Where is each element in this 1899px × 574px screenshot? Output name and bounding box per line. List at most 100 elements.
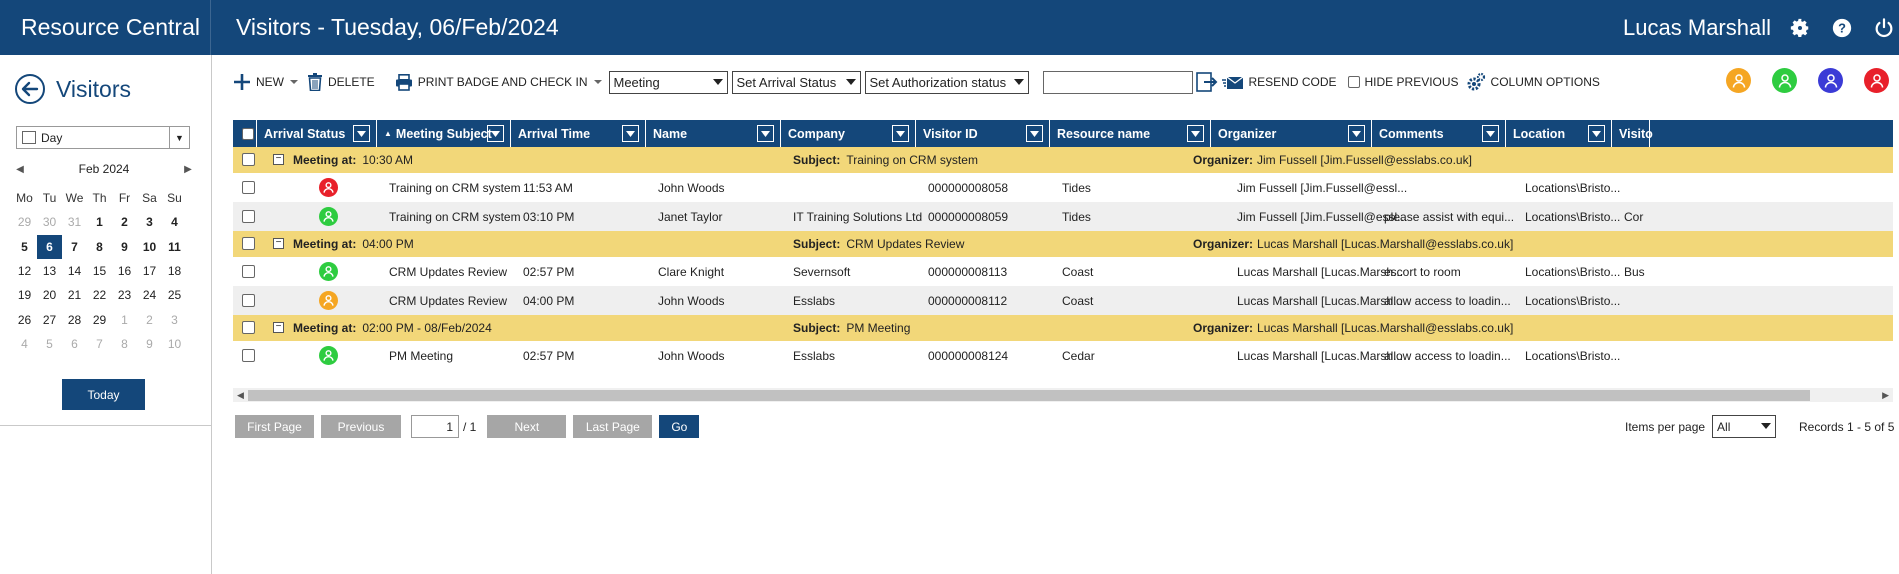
back-arrow-icon[interactable] <box>14 73 46 105</box>
visitor-status-blue-icon[interactable] <box>1818 68 1843 93</box>
calendar-day[interactable]: 29 <box>12 210 37 234</box>
calendar-day[interactable]: 25 <box>162 283 187 307</box>
row-checkbox[interactable] <box>242 294 255 307</box>
calendar-day[interactable]: 3 <box>137 210 162 234</box>
calendar-day[interactable]: 18 <box>162 259 187 283</box>
calendar-day[interactable]: 3 <box>162 307 187 331</box>
calendar-day[interactable]: 15 <box>87 259 112 283</box>
calendar-day[interactable]: 4 <box>12 332 37 356</box>
calendar-day[interactable]: 8 <box>112 332 137 356</box>
calendar-day[interactable]: 5 <box>37 332 62 356</box>
calendar-day[interactable]: 7 <box>62 235 87 259</box>
horizontal-scrollbar[interactable]: ◀ ▶ <box>233 388 1893 402</box>
calendar-day[interactable]: 13 <box>37 259 62 283</box>
arrival-status-green-icon[interactable] <box>319 346 338 365</box>
scroll-right-icon[interactable]: ▶ <box>1882 390 1889 401</box>
submit-search-icon[interactable] <box>1195 71 1218 93</box>
gear-icon[interactable] <box>1785 13 1815 43</box>
collapse-icon[interactable]: − <box>273 322 284 333</box>
last-page-button[interactable]: Last Page <box>573 415 653 438</box>
calendar-day[interactable]: 21 <box>62 283 87 307</box>
arrival-status-green-icon[interactable] <box>319 207 338 226</box>
column-filter-icon[interactable] <box>622 125 639 142</box>
calendar-day[interactable]: 23 <box>112 283 137 307</box>
select-all-checkbox[interactable] <box>242 127 254 140</box>
app-brand[interactable]: Resource Central <box>0 0 211 55</box>
back-nav[interactable]: Visitors <box>0 55 211 123</box>
calendar-day[interactable]: 27 <box>37 307 62 331</box>
collapse-icon[interactable]: − <box>273 238 284 249</box>
sort-asc-icon[interactable]: ▲ <box>384 129 392 138</box>
power-icon[interactable] <box>1869 13 1899 43</box>
column-filter-icon[interactable] <box>1187 125 1204 142</box>
page-number-input[interactable]: 1 <box>411 415 459 438</box>
hide-previous-toggle[interactable]: HIDE PREVIOUS <box>1347 75 1459 89</box>
calendar-day[interactable]: 9 <box>137 332 162 356</box>
chevron-down-icon[interactable] <box>289 78 299 86</box>
column-filter-icon[interactable] <box>1026 125 1043 142</box>
calendar-day[interactable]: 19 <box>12 283 37 307</box>
previous-page-button[interactable]: Previous <box>321 415 401 438</box>
resend-code-button[interactable]: RESEND CODE <box>1221 74 1337 90</box>
calendar-day[interactable]: 30 <box>37 210 62 234</box>
calendar-day[interactable]: 6 <box>62 332 87 356</box>
group-checkbox[interactable] <box>242 237 255 250</box>
table-row[interactable]: PM Meeting 02:57 PM John Woods Esslabs 00000… <box>233 341 1893 370</box>
search-input[interactable] <box>1042 70 1193 94</box>
column-header[interactable]: ▲ Meeting Subject <box>377 120 511 147</box>
collapse-icon[interactable]: − <box>273 154 284 165</box>
column-filter-icon[interactable] <box>892 125 909 142</box>
table-row[interactable]: Training on CRM system 03:10 PM Janet Tayl… <box>233 202 1893 231</box>
user-name[interactable]: Lucas Marshall <box>1623 15 1771 41</box>
next-page-button[interactable]: Next <box>487 415 567 438</box>
row-checkbox[interactable] <box>242 181 255 194</box>
calendar-day[interactable]: 6 <box>37 234 62 259</box>
calendar-day[interactable]: 2 <box>137 307 162 331</box>
column-options-button[interactable]: COLUMN OPTIONS <box>1466 72 1600 92</box>
calendar-day[interactable]: 12 <box>12 259 37 283</box>
column-filter-icon[interactable] <box>487 125 504 142</box>
column-filter-icon[interactable] <box>1588 125 1605 142</box>
calendar-day[interactable]: 29 <box>87 307 112 331</box>
meeting-type-select[interactable]: Meeting <box>608 70 728 94</box>
print-badge-button[interactable]: PRINT BADGE AND CHECK IN <box>395 73 603 91</box>
calendar-day[interactable]: 1 <box>112 307 137 331</box>
chevron-down-icon[interactable]: ▼ <box>169 127 189 148</box>
today-button[interactable]: Today <box>62 379 145 410</box>
calendar-day[interactable]: 16 <box>112 259 137 283</box>
row-checkbox[interactable] <box>242 210 255 223</box>
visitor-status-orange-icon[interactable] <box>1726 68 1751 93</box>
calendar-day[interactable]: 7 <box>87 332 112 356</box>
first-page-button[interactable]: First Page <box>235 415 314 438</box>
arrival-status-orange-icon[interactable] <box>319 291 338 310</box>
column-filter-icon[interactable] <box>1482 125 1499 142</box>
column-header[interactable]: Company <box>781 120 916 147</box>
calendar-day[interactable]: 20 <box>37 283 62 307</box>
hide-previous-checkbox[interactable] <box>1347 76 1360 88</box>
calendar-day[interactable]: 10 <box>137 235 162 259</box>
column-header[interactable]: Visito <box>1612 120 1653 147</box>
column-header[interactable]: Visitor ID <box>916 120 1050 147</box>
scrollbar-thumb[interactable] <box>248 390 1810 401</box>
calendar-day[interactable]: 26 <box>12 307 37 331</box>
column-header[interactable]: Arrival Time <box>511 120 646 147</box>
scroll-left-icon[interactable]: ◀ <box>237 390 244 401</box>
group-checkbox[interactable] <box>242 321 255 334</box>
calendar-day[interactable]: 24 <box>137 283 162 307</box>
row-checkbox[interactable] <box>242 349 255 362</box>
arrival-status-red-icon[interactable] <box>319 178 338 197</box>
calendar-day[interactable]: 2 <box>112 210 137 234</box>
calendar-day[interactable]: 17 <box>137 259 162 283</box>
calendar-day[interactable]: 1 <box>87 210 112 234</box>
prev-month-icon[interactable]: ◀ <box>14 164 26 175</box>
calendar-day[interactable]: 5 <box>12 235 37 259</box>
column-header[interactable]: Arrival Status <box>257 120 377 147</box>
calendar-day[interactable]: 10 <box>162 332 187 356</box>
table-row[interactable]: CRM Updates Review 04:00 PM John Woods Essl… <box>233 286 1893 315</box>
calendar-day[interactable]: 11 <box>162 235 187 259</box>
row-checkbox[interactable] <box>242 265 255 278</box>
view-select[interactable]: Day ▼ <box>16 126 190 149</box>
table-row[interactable]: CRM Updates Review 02:57 PM Clare Knight Se… <box>233 257 1893 286</box>
column-header[interactable]: Resource name <box>1050 120 1211 147</box>
delete-button[interactable]: DELETE <box>307 73 375 91</box>
